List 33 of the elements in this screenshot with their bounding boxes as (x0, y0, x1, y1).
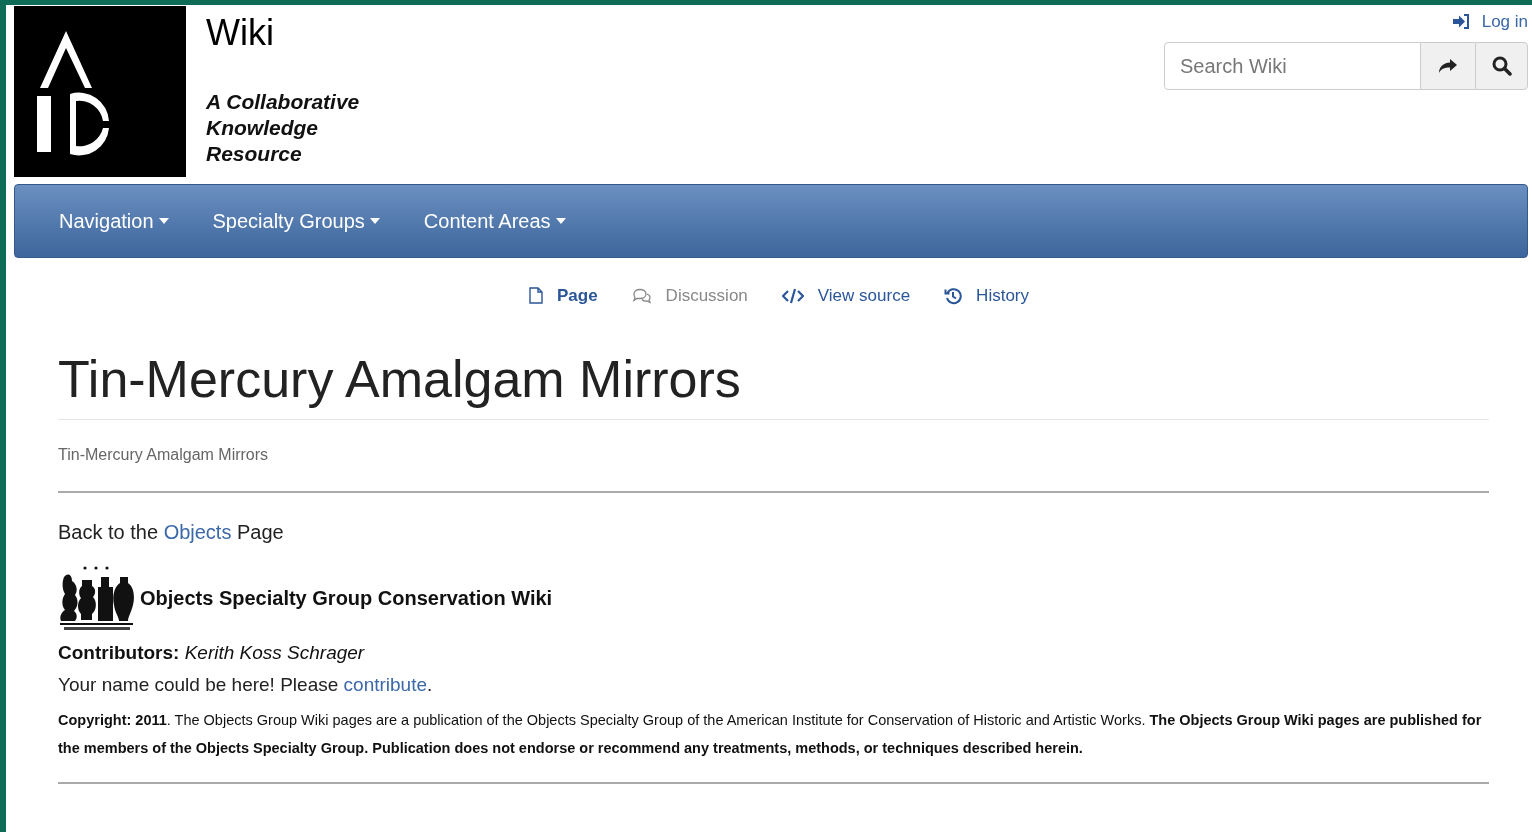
page-tab[interactable]: History (944, 283, 1029, 309)
search-field[interactable]: Search Wiki (1164, 41, 1421, 90)
breadcrumb: Tin-Mercury Amalgam Mirrors (58, 442, 1489, 493)
share-arrow-icon (1438, 57, 1458, 74)
nav-dropdown[interactable]: Navigation (59, 206, 169, 236)
contributors-line: Contributors: Kerith Koss Schrager (58, 640, 366, 665)
code-icon (781, 287, 804, 304)
page-tab[interactable]: Discussion (631, 283, 748, 309)
tagline: A Collaborative Knowledge Resource (206, 89, 361, 167)
page-title: Tin-Mercury Amalgam Mirrors (58, 346, 1489, 420)
banner-heading: Objects Specialty Group Conservation Wiki (140, 585, 553, 611)
page-tab[interactable]: View source (781, 283, 911, 309)
logo[interactable] (14, 6, 186, 177)
chat-bubbles-icon (631, 287, 652, 304)
login-link[interactable]: Log in (1451, 9, 1528, 35)
search-icon (1491, 55, 1512, 76)
copyright-notice: Copyright: 2011. The Objects Group Wiki pages are a publication of the Objects Specialty Group of the American Institute for Conservation of Historic and Artistic Works. The Objects Group Wiki pages are published for the members of the Objects Specialty Group. Publication does not endorse or recommend any treatments, methods, or techniques described herein. (58, 705, 1489, 784)
objects-link[interactable]: Objects (163, 520, 232, 543)
go-button[interactable] (1421, 41, 1475, 90)
caret-icon (369, 218, 380, 224)
contribute-link[interactable]: contribute (343, 674, 427, 695)
search-button[interactable] (1475, 41, 1528, 90)
caret-icon (555, 218, 566, 224)
history-icon (944, 286, 963, 305)
nav-dropdown[interactable]: Content Areas (423, 206, 566, 236)
caret-icon (158, 218, 169, 224)
site-title[interactable]: Wiki (206, 15, 376, 51)
back-link-sentence: Back to the Objects Page (58, 519, 285, 545)
invite-sentence: Your name could be here! Please contribute. (58, 673, 434, 697)
page-tab[interactable]: Page (528, 283, 598, 309)
document-icon (528, 287, 543, 305)
sign-in-icon (1451, 14, 1470, 30)
nav-dropdown[interactable]: Specialty Groups (212, 206, 380, 236)
